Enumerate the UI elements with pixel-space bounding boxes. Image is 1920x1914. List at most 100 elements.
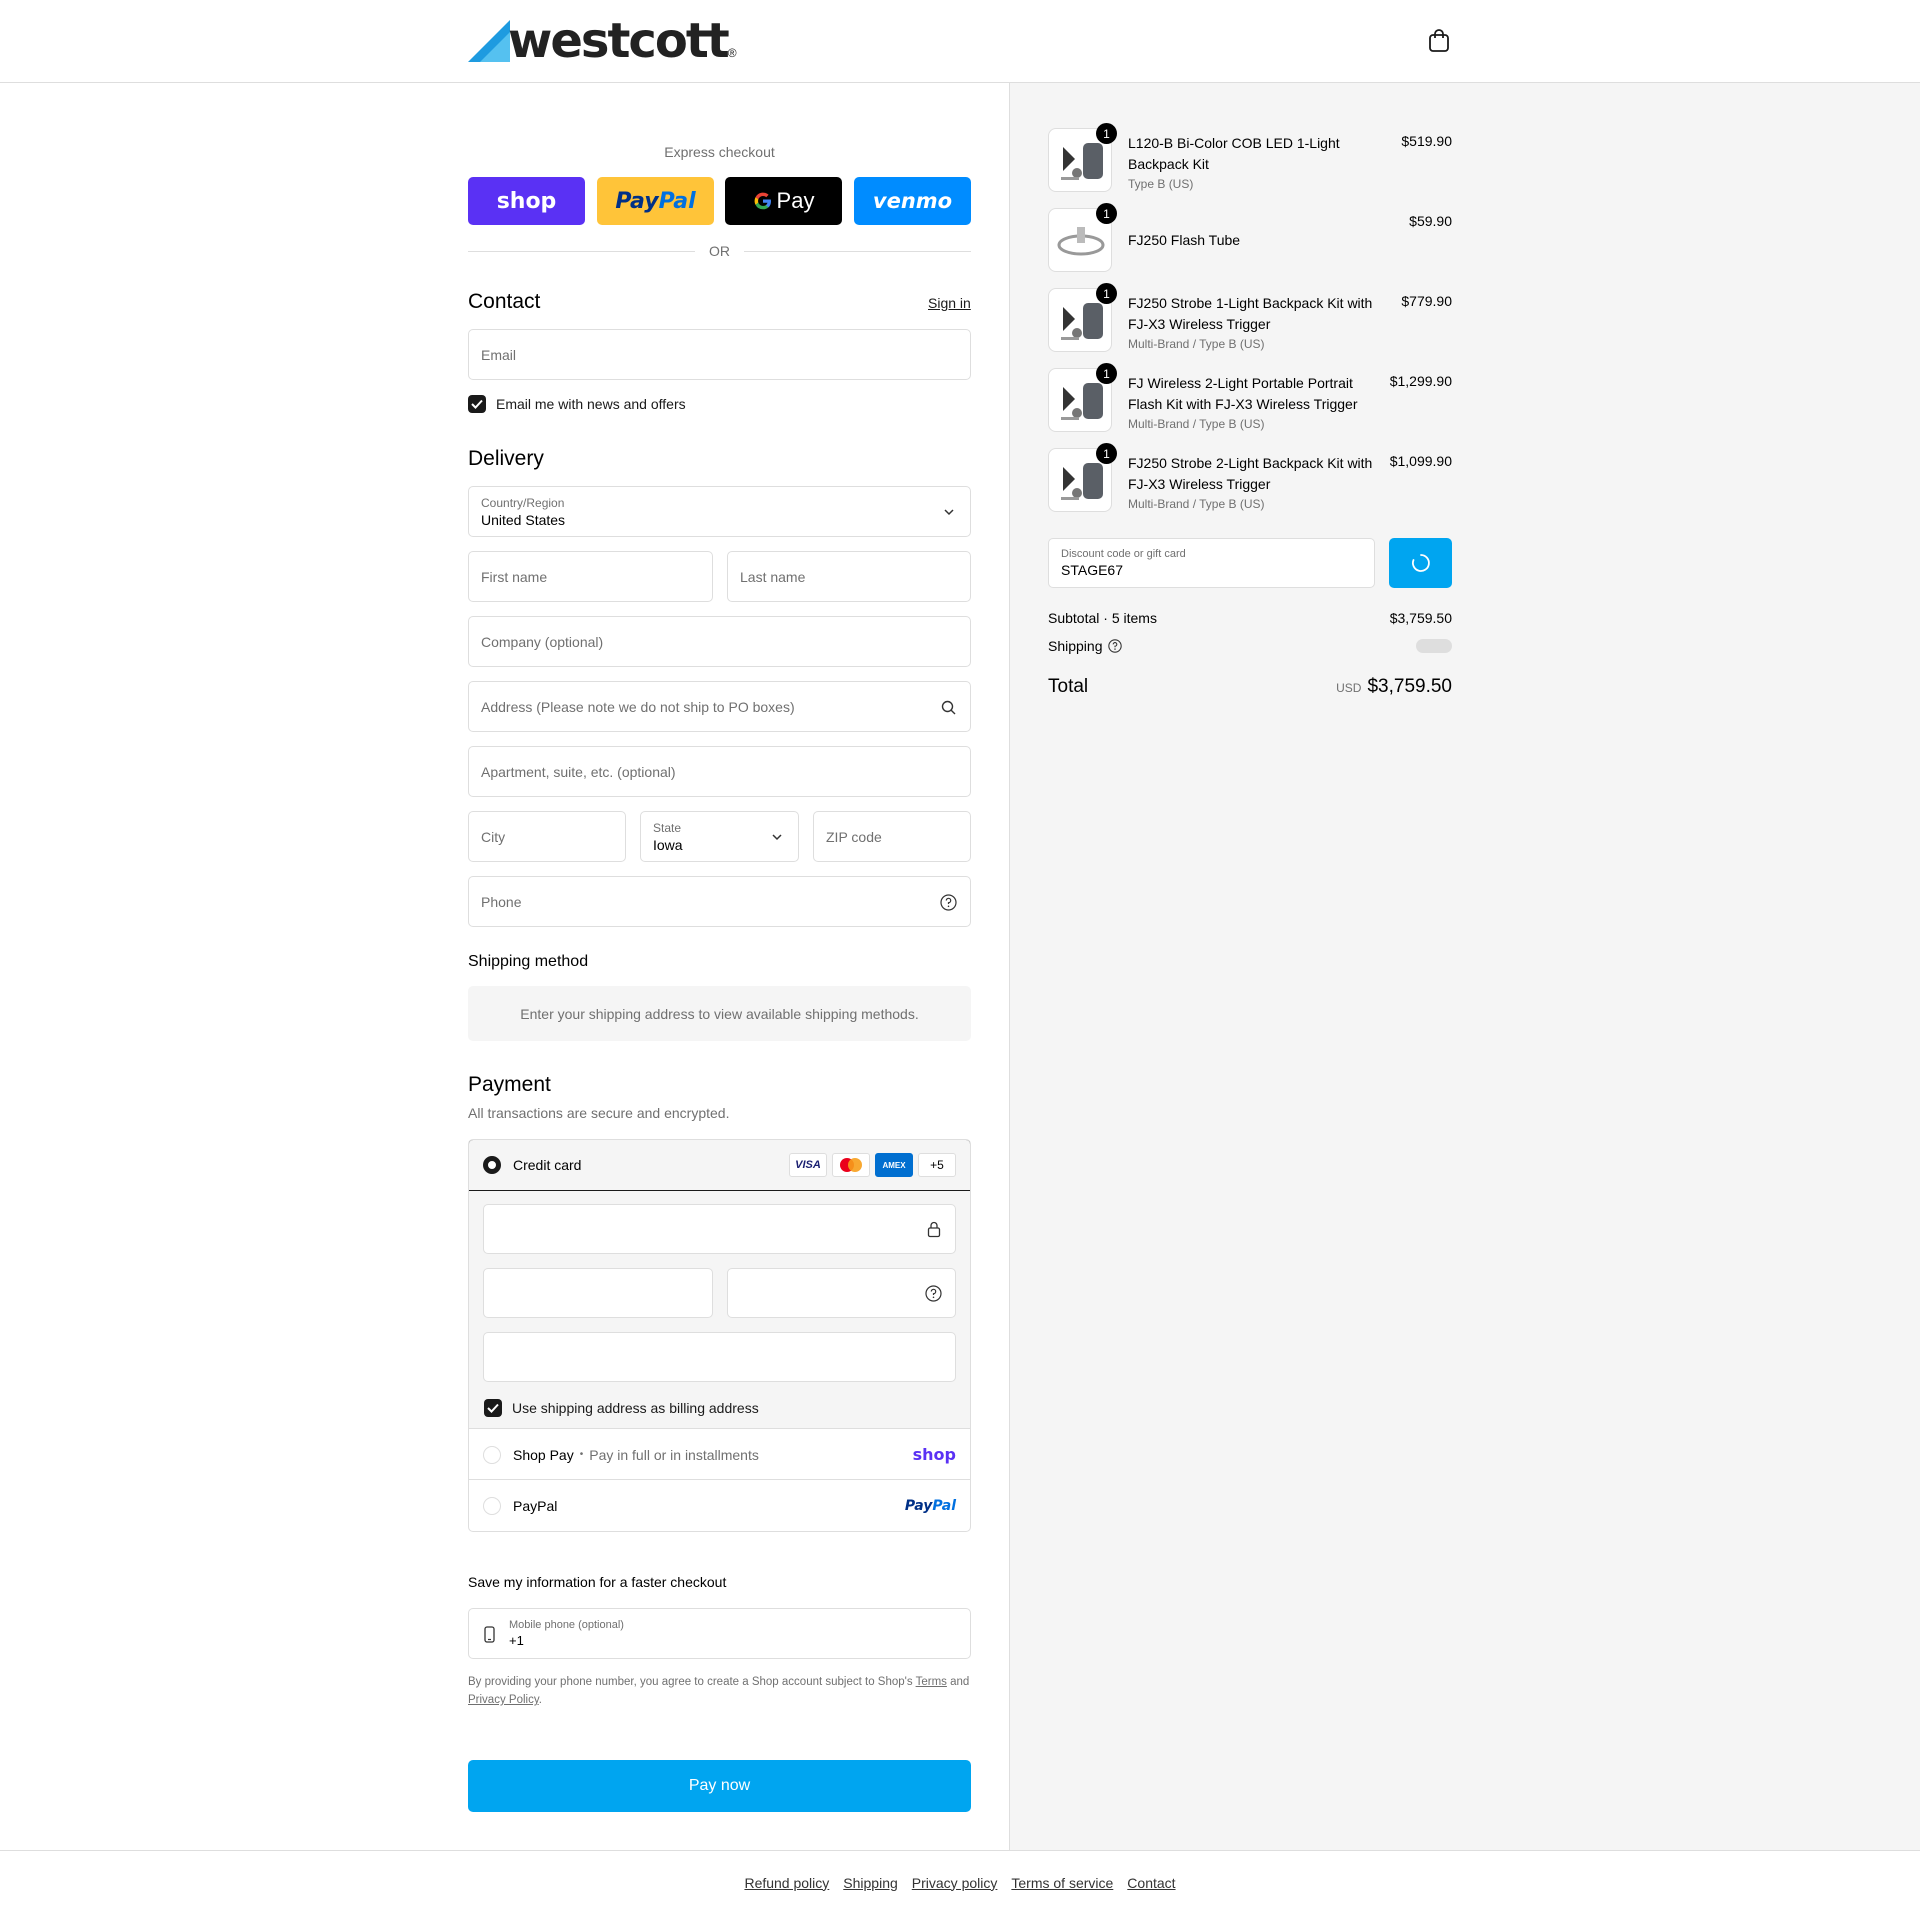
last-name-placeholder: Last name — [740, 568, 806, 585]
country-value: United States — [481, 511, 566, 528]
quantity-badge: 1 — [1096, 283, 1117, 304]
first-name-field[interactable]: First name — [468, 551, 713, 602]
security-code-field[interactable] — [727, 1268, 956, 1318]
address-placeholder: Address (Please note we do not ship to P… — [481, 698, 795, 715]
google-pay-express-button[interactable]: Pay — [725, 177, 842, 225]
shipping-row: Shipping — [1048, 638, 1452, 654]
phone-field[interactable]: Phone — [468, 876, 971, 927]
help-circle-icon[interactable] — [940, 894, 957, 911]
product-price: $779.90 — [1401, 293, 1452, 309]
phone-placeholder: Phone — [481, 893, 522, 910]
shipping-method-placeholder: Enter your shipping address to view avai… — [468, 986, 971, 1041]
first-name-placeholder: First name — [481, 568, 548, 585]
email-field[interactable]: Email — [468, 329, 971, 380]
help-circle-icon[interactable] — [925, 1285, 942, 1302]
last-name-field[interactable]: Last name — [727, 551, 971, 602]
apply-discount-button[interactable] — [1389, 538, 1452, 588]
apartment-field[interactable]: Apartment, suite, etc. (optional) — [468, 746, 971, 797]
footer-link-privacy-policy[interactable]: Privacy policy — [912, 1875, 998, 1891]
paypal-label: PayPal — [513, 1498, 558, 1514]
shopping-bag-icon[interactable] — [1428, 29, 1450, 53]
product-name: FJ250 Strobe 2-Light Backpack Kit with F… — [1128, 455, 1373, 492]
city-placeholder: City — [481, 828, 506, 845]
pay-now-button[interactable]: Pay now — [468, 1760, 971, 1812]
currency-code: USD — [1336, 681, 1362, 695]
delivery-heading: Delivery — [468, 447, 544, 470]
shop-logo: shop — [912, 1445, 956, 1464]
company-field[interactable]: Company (optional) — [468, 616, 971, 667]
logo-registered-mark: ® — [727, 46, 737, 60]
country-select[interactable]: Country/Region United States — [468, 486, 971, 537]
card-brands: VISA AMEX +5 — [789, 1153, 956, 1177]
terms-link[interactable]: Terms — [916, 1676, 947, 1688]
credit-card-label: Credit card — [513, 1157, 582, 1173]
venmo-logo: venmo — [872, 189, 953, 213]
address-field[interactable]: Address (Please note we do not ship to P… — [468, 681, 971, 732]
payment-subtitle: All transactions are secure and encrypte… — [468, 1105, 730, 1121]
billing-checkbox[interactable] — [484, 1399, 502, 1417]
sign-in-link[interactable]: Sign in — [928, 295, 971, 311]
venmo-express-button[interactable]: venmo — [854, 177, 971, 225]
order-item: 1 FJ250 Strobe 2-Light Backpack Kit with … — [1048, 443, 1452, 514]
credit-card-option[interactable]: Credit card VISA AMEX +5 — [469, 1140, 970, 1191]
loading-spinner-icon — [1411, 554, 1430, 572]
news-checkbox-row[interactable]: Email me with news and offers — [468, 395, 686, 413]
state-select[interactable]: State Iowa — [640, 811, 799, 862]
news-checkbox[interactable] — [468, 395, 486, 413]
product-name: FJ250 Flash Tube — [1128, 232, 1241, 248]
save-info-heading: Save my information for a faster checkou… — [468, 1574, 727, 1590]
mobile-phone-field[interactable]: Mobile phone (optional) +1 — [468, 1608, 971, 1659]
order-item: 1 L120-B Bi-Color COB LED 1-Light Backpac… — [1048, 123, 1452, 194]
mastercard-icon — [832, 1153, 870, 1177]
footer-link-shipping[interactable]: Shipping — [843, 1875, 898, 1891]
quantity-badge: 1 — [1096, 443, 1117, 464]
shipping-method-heading: Shipping method — [468, 953, 589, 970]
check-icon — [471, 399, 483, 409]
paypal-express-button[interactable]: PayPal — [597, 177, 714, 225]
footer-link-terms-of-service[interactable]: Terms of service — [1011, 1875, 1113, 1891]
name-on-card-field[interactable] — [483, 1332, 956, 1382]
footer-link-refund-policy[interactable]: Refund policy — [744, 1875, 829, 1891]
privacy-policy-link[interactable]: Privacy Policy — [468, 1694, 539, 1706]
search-icon — [941, 700, 956, 715]
city-field[interactable]: City — [468, 811, 626, 862]
product-thumbnail: 1 — [1048, 443, 1117, 512]
paypal-radio[interactable] — [483, 1497, 501, 1515]
google-pay-label: Pay — [776, 188, 815, 213]
chevron-down-icon — [944, 509, 954, 516]
mobile-phone-value: +1 — [509, 1633, 524, 1648]
shop-pay-radio[interactable] — [483, 1445, 501, 1464]
billing-checkbox-row[interactable]: Use shipping address as billing address — [484, 1399, 759, 1417]
zip-field[interactable]: ZIP code — [813, 811, 971, 862]
shop-pay-express-button[interactable]: shop — [468, 177, 585, 225]
logo-text: westcott — [508, 13, 730, 69]
country-label: Country/Region — [481, 495, 565, 510]
help-circle-icon[interactable] — [1107, 639, 1122, 653]
check-icon — [487, 1403, 499, 1413]
product-variant: Multi-Brand / Type B (US) — [1128, 337, 1265, 351]
credit-card-fields: Use shipping address as billing address — [469, 1191, 970, 1429]
discount-label: Discount code or gift card — [1061, 548, 1186, 560]
shipping-label: Shipping — [1048, 638, 1103, 654]
shop-pay-description: Pay in full or in installments — [589, 1446, 759, 1463]
payment-methods: Credit card VISA AMEX +5 Use shipping ad… — [468, 1139, 971, 1532]
lock-icon — [927, 1221, 941, 1238]
order-item: 1 FJ Wireless 2-Light Portable Portrait F… — [1048, 363, 1452, 434]
product-thumbnail: 1 — [1048, 123, 1117, 192]
paypal-option[interactable]: PayPal PayPal — [469, 1481, 970, 1531]
order-item: 1 FJ250 Flash Tube $59.90 — [1048, 203, 1452, 274]
credit-card-radio[interactable] — [483, 1156, 501, 1174]
westcott-logo[interactable]: westcott ® — [468, 13, 737, 69]
card-number-field[interactable] — [483, 1204, 956, 1254]
shop-pay-label: Shop Pay — [513, 1446, 574, 1463]
news-label: Email me with news and offers — [496, 396, 686, 412]
amex-icon: AMEX — [875, 1153, 913, 1177]
expiration-field[interactable] — [483, 1268, 713, 1318]
product-name: FJ250 Strobe 1-Light Backpack Kit with F… — [1128, 295, 1373, 332]
payment-heading: Payment — [468, 1073, 551, 1096]
shop-pay-option[interactable]: Shop Pay • Pay in full or in installment… — [469, 1430, 970, 1480]
discount-field[interactable]: Discount code or gift card STAGE67 — [1048, 538, 1375, 588]
product-name: L120-B Bi-Color COB LED 1-Light Backpack… — [1128, 135, 1340, 172]
footer-link-contact[interactable]: Contact — [1127, 1875, 1175, 1891]
company-placeholder: Company (optional) — [481, 633, 604, 650]
